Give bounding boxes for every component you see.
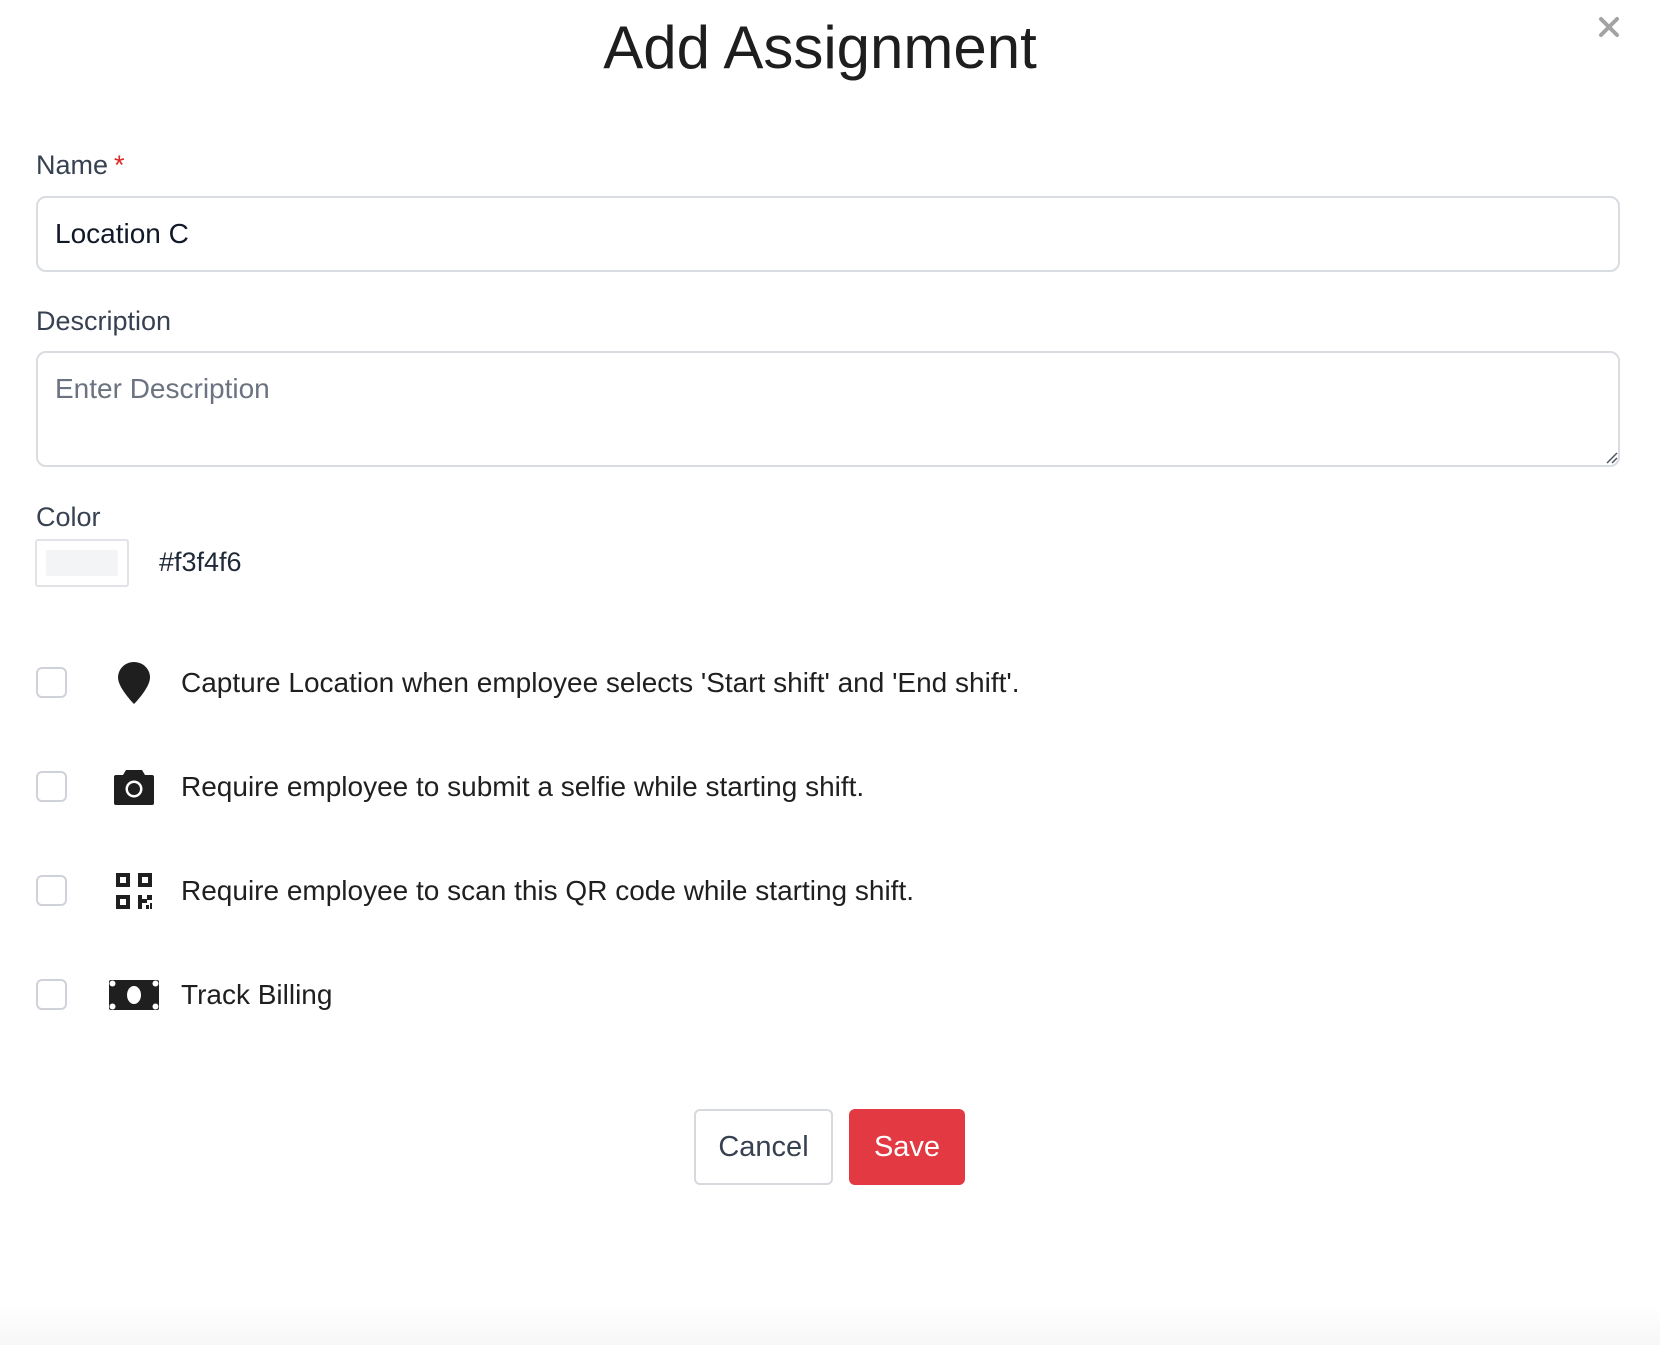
resize-handle[interactable] <box>1604 450 1618 464</box>
track-billing-text: Track Billing <box>181 979 333 1010</box>
option-track-billing: Track Billing <box>36 970 1536 1020</box>
color-label: Color <box>36 502 101 532</box>
name-label-text: Name <box>36 150 109 180</box>
color-hex-value: #f3f4f6 <box>159 547 242 577</box>
qr-code-checkbox[interactable] <box>36 875 67 906</box>
color-swatch <box>46 550 118 576</box>
description-label: Description <box>36 306 172 336</box>
cancel-button[interactable]: Cancel <box>694 1109 833 1185</box>
camera-icon <box>106 762 162 812</box>
option-capture-location: Capture Location when employee selects '… <box>36 658 1536 708</box>
save-button[interactable]: Save <box>849 1109 965 1185</box>
close-button[interactable] <box>1592 10 1626 44</box>
name-label: Name * <box>36 150 125 181</box>
name-input[interactable] <box>36 196 1620 272</box>
map-pin-icon <box>106 658 162 708</box>
selfie-text: Require employee to submit a selfie whil… <box>181 771 865 802</box>
qr-code-icon <box>106 866 162 916</box>
capture-location-checkbox[interactable] <box>36 667 67 698</box>
description-input[interactable] <box>36 351 1620 467</box>
dialog-bottom-edge <box>0 1305 1660 1345</box>
option-selfie: Require employee to submit a selfie whil… <box>36 762 1536 812</box>
qr-code-text: Require employee to scan this QR code wh… <box>181 875 915 906</box>
money-bill-icon <box>106 970 162 1020</box>
capture-location-text: Capture Location when employee selects '… <box>181 667 1020 698</box>
color-picker[interactable] <box>35 539 129 587</box>
close-icon <box>1599 17 1619 37</box>
add-assignment-dialog: Add Assignment Name* Description Color #… <box>0 0 1660 1345</box>
option-qr-code: Require employee to scan this QR code wh… <box>36 866 1536 916</box>
dialog-title: Add Assignment <box>603 14 1037 81</box>
selfie-checkbox[interactable] <box>36 771 67 802</box>
required-marker: * <box>114 150 125 180</box>
track-billing-checkbox[interactable] <box>36 979 67 1010</box>
